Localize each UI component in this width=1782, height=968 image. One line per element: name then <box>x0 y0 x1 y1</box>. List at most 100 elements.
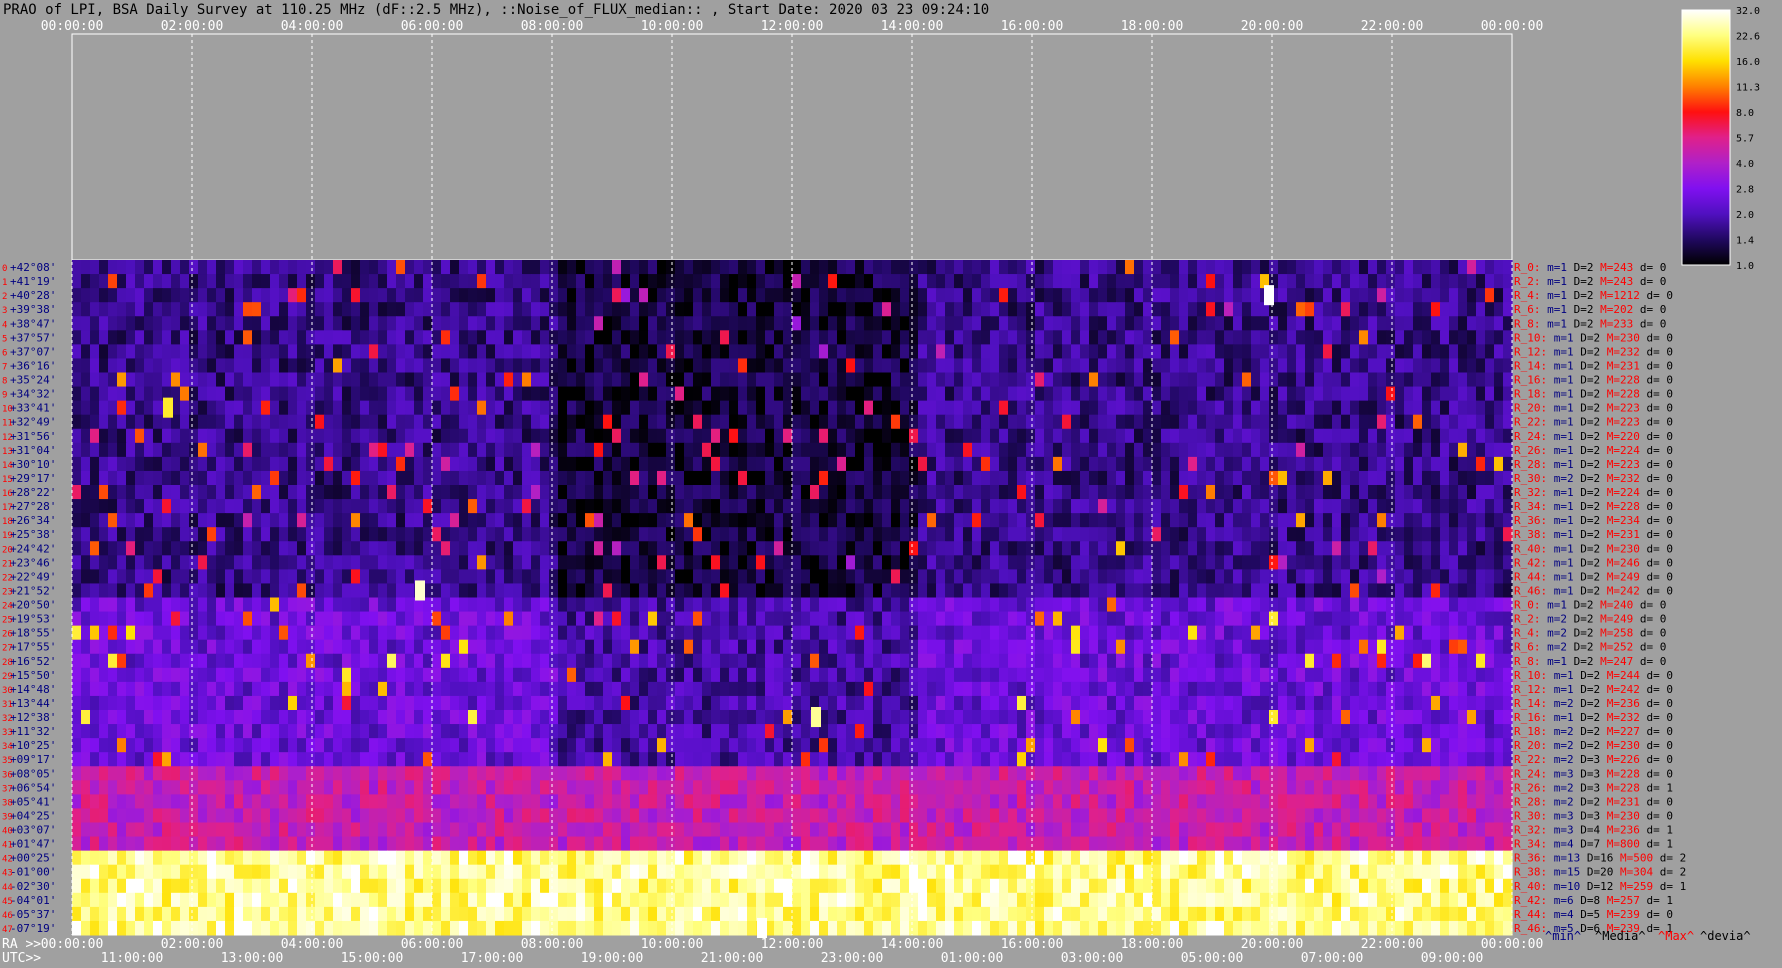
heatmap-cell <box>162 428 172 444</box>
heatmap-cell <box>981 372 991 388</box>
heatmap-cell <box>1269 667 1279 683</box>
heatmap-cell <box>567 288 577 303</box>
heatmap-cell <box>306 639 316 655</box>
heatmap-cell <box>486 316 496 331</box>
heatmap-cell <box>144 428 154 444</box>
heatmap-cell <box>1233 667 1243 683</box>
heatmap-cell <box>747 470 757 486</box>
heatmap-cell <box>900 316 910 331</box>
heatmap-cell <box>882 681 892 697</box>
heatmap-cell <box>639 681 649 697</box>
heatmap-cell <box>657 274 667 289</box>
heatmap-cell <box>324 639 334 655</box>
heatmap-cell <box>180 400 190 416</box>
heatmap-cell <box>450 414 460 430</box>
heatmap-cell <box>558 569 568 584</box>
heatmap-cell <box>81 288 91 303</box>
heatmap-cell <box>1440 344 1450 359</box>
heatmap-cell <box>261 499 271 514</box>
heatmap-cell <box>900 555 910 570</box>
heatmap-cell <box>198 513 208 528</box>
heatmap-cell <box>909 583 919 598</box>
heatmap-cell <box>648 386 658 402</box>
heatmap-cell <box>927 386 937 402</box>
heatmap-cell <box>1494 372 1504 388</box>
heatmap-cell <box>1431 428 1441 444</box>
heatmap-cell <box>72 302 82 317</box>
heatmap-cell <box>198 667 208 683</box>
heatmap-cell <box>531 597 541 613</box>
heatmap-cell <box>279 358 289 373</box>
heatmap-cell <box>747 653 757 669</box>
heatmap-cell <box>153 344 163 359</box>
heatmap-cell <box>828 555 838 570</box>
heatmap-cell <box>1431 358 1441 373</box>
heatmap-cell <box>765 611 775 627</box>
heatmap-cell <box>792 583 802 598</box>
heatmap-cell <box>1197 653 1207 669</box>
heatmap-cell <box>1026 372 1036 388</box>
heatmap-cell <box>1413 541 1423 556</box>
heatmap-cell <box>441 513 451 528</box>
heatmap-cell <box>252 485 262 500</box>
heatmap-cell <box>261 583 271 598</box>
heatmap-cell <box>1071 569 1081 584</box>
heatmap-cell <box>90 541 100 556</box>
heatmap-cell <box>1251 274 1261 289</box>
heatmap-cell <box>1215 639 1225 655</box>
heatmap-cell <box>1359 625 1369 641</box>
heatmap-cell <box>702 442 712 458</box>
heatmap-cell <box>126 667 136 683</box>
heatmap-cell <box>702 639 712 655</box>
heatmap-cell <box>1386 470 1396 486</box>
heatmap-cell <box>333 414 343 430</box>
heatmap-cell <box>1170 260 1180 275</box>
heatmap-cell <box>1071 583 1081 598</box>
heatmap-cell <box>279 485 289 500</box>
heatmap-cell <box>585 358 595 373</box>
heatmap-cell <box>801 414 811 430</box>
heatmap-cell <box>585 302 595 317</box>
heatmap-cell <box>1278 499 1288 514</box>
heatmap-cell <box>1098 583 1108 598</box>
heatmap-cell <box>90 695 100 711</box>
heatmap-cell <box>1296 442 1306 458</box>
heatmap-cell <box>396 513 406 528</box>
heatmap-cell <box>846 288 856 303</box>
heatmap-cell <box>180 625 190 641</box>
heatmap-cell <box>630 330 640 345</box>
heatmap-cell <box>306 344 316 359</box>
heatmap-cell <box>846 541 856 556</box>
heatmap-cell <box>855 653 865 669</box>
heatmap-cell <box>792 386 802 402</box>
heatmap-cell <box>504 485 514 500</box>
heatmap-cell <box>270 555 280 570</box>
heatmap-cell <box>540 330 550 345</box>
heatmap-cell <box>1431 456 1441 472</box>
heatmap-cell <box>954 274 964 289</box>
heatmap-cell <box>117 625 127 641</box>
heatmap-cell <box>972 302 982 317</box>
heatmap-cell <box>1143 330 1153 345</box>
heatmap-cell <box>756 330 766 345</box>
heatmap-cell <box>1494 442 1504 458</box>
heatmap-cell <box>801 386 811 402</box>
heatmap-cell <box>198 555 208 570</box>
heatmap-cell <box>648 400 658 416</box>
heatmap-cell <box>162 442 172 458</box>
heatmap-cell <box>684 372 694 388</box>
heatmap-cell <box>1206 428 1216 444</box>
heatmap-cell <box>1242 513 1252 528</box>
heatmap-cell <box>153 555 163 570</box>
heatmap-cell <box>324 541 334 556</box>
heatmap-cell <box>693 499 703 514</box>
heatmap-cell <box>1305 555 1315 570</box>
heatmap-cell <box>963 414 973 430</box>
heatmap-cell <box>1476 414 1486 430</box>
heatmap-cell <box>360 302 370 317</box>
heatmap-cell <box>594 316 604 331</box>
heatmap-cell <box>549 569 559 584</box>
heatmap-cell <box>882 583 892 598</box>
heatmap-cell <box>945 400 955 416</box>
heatmap-cell <box>792 442 802 458</box>
